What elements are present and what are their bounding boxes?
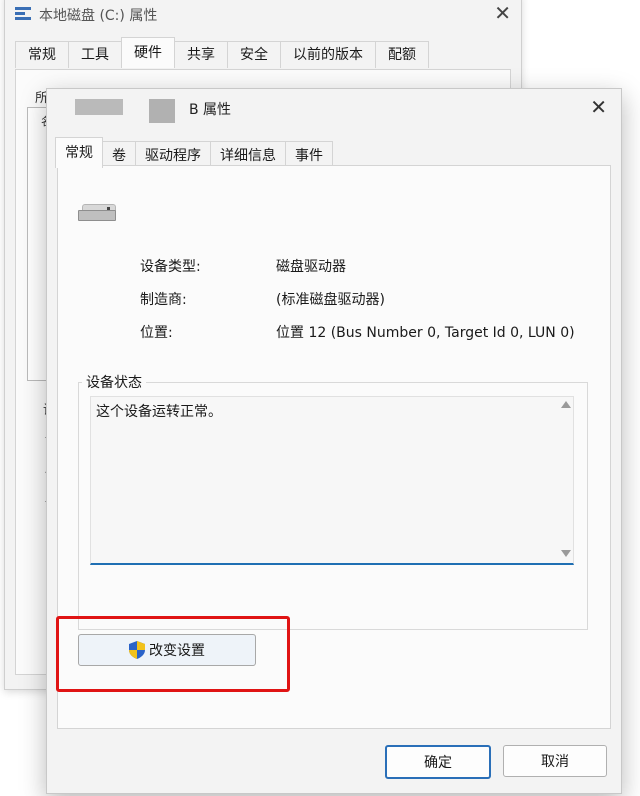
device-status-textbox[interactable]: 这个设备运转正常。	[90, 396, 574, 565]
background-close-icon[interactable]: ✕	[494, 1, 511, 25]
tab-strip: 常规 卷 驱动程序 详细信息 事件	[55, 137, 333, 168]
device-type-value: 磁盘驱动器	[276, 259, 346, 275]
scroll-up-arrow-icon[interactable]	[561, 401, 571, 408]
tab-events[interactable]: 事件	[285, 141, 333, 168]
back-tab-security[interactable]: 安全	[227, 41, 281, 68]
location-label: 位置:	[140, 325, 173, 341]
background-tab-strip: 常规 工具 硬件 共享 安全 以前的版本 配额	[15, 37, 429, 69]
manufacturer-value: (标准磁盘驱动器)	[276, 292, 385, 308]
back-tab-general[interactable]: 常规	[15, 41, 69, 68]
hard-drive-icon	[78, 204, 116, 221]
device-status-text: 这个设备运转正常。	[96, 404, 222, 420]
location-value: 位置 12 (Bus Number 0, Target Id 0, LUN 0)	[276, 325, 575, 341]
drive-app-icon	[15, 7, 31, 20]
ok-button[interactable]: 确定	[385, 745, 491, 779]
tab-volumes[interactable]: 卷	[102, 141, 136, 168]
redacted-title-block	[75, 99, 123, 115]
background-title-bar: 本地磁盘 (C:) 属性 ✕	[5, 0, 521, 35]
device-status-title: 设备状态	[82, 372, 146, 392]
back-tab-tools[interactable]: 工具	[68, 41, 122, 68]
tab-driver[interactable]: 驱动程序	[135, 141, 211, 168]
tab-general[interactable]: 常规	[55, 137, 103, 168]
device-type-label: 设备类型:	[140, 259, 201, 275]
background-window-title: 本地磁盘 (C:) 属性	[39, 8, 158, 24]
back-tab-previous-versions[interactable]: 以前的版本	[280, 41, 376, 68]
highlight-annotation	[56, 616, 290, 692]
cancel-button[interactable]: 取消	[503, 745, 607, 777]
back-tab-hardware[interactable]: 硬件	[121, 37, 175, 68]
back-tab-quota[interactable]: 配额	[375, 41, 429, 68]
dialog-title: B 属性	[189, 102, 232, 118]
back-tab-sharing[interactable]: 共享	[174, 41, 228, 68]
close-icon[interactable]: ✕	[590, 95, 607, 119]
scroll-down-arrow-icon[interactable]	[561, 550, 571, 557]
tab-details[interactable]: 详细信息	[210, 141, 286, 168]
redacted-title-block	[149, 99, 175, 123]
manufacturer-label: 制造商:	[140, 292, 187, 308]
